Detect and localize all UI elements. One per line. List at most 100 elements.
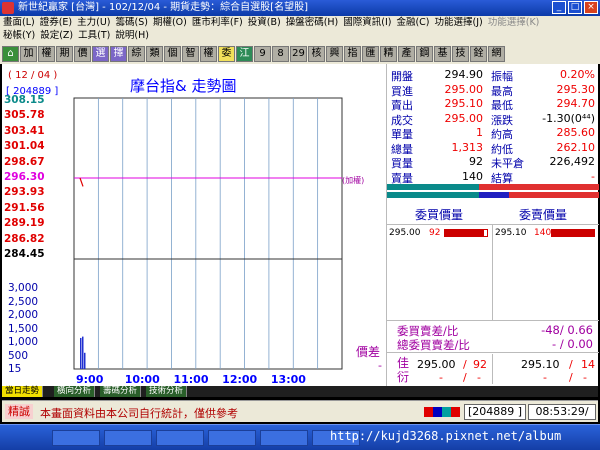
toolbar-button[interactable]: 權 — [200, 46, 217, 62]
menu-item[interactable]: 證券(E) — [40, 16, 72, 29]
total-ratio-label: 總委買賣差/比 — [397, 338, 470, 352]
toolbar-button[interactable]: 銓 — [470, 46, 487, 62]
best-label: 佳衍 — [397, 356, 410, 384]
price-tick-label: 303.41 — [4, 124, 45, 137]
price-line — [79, 177, 84, 187]
watermark-url: http://kujd3268.pixnet.net/album — [330, 429, 562, 443]
chart-frame — [73, 97, 343, 370]
toolbar-button[interactable]: 網 — [488, 46, 505, 62]
toolbar-button[interactable]: 興 — [326, 46, 343, 62]
close-button[interactable]: × — [584, 1, 598, 14]
best-ask: 295.10 — [521, 358, 560, 371]
price-tick-label: 291.56 — [4, 201, 45, 214]
toolbar-button[interactable]: 個 — [164, 46, 181, 62]
chart-note: (加權) — [342, 176, 365, 185]
quote-value: 295.00 — [444, 111, 484, 125]
total-ratio-value: - / 0.00 — [552, 337, 593, 351]
menu-item[interactable]: 秘帳(Y) — [3, 29, 35, 42]
quote-value: - — [591, 169, 595, 183]
toolbar-button[interactable]: 江 — [236, 46, 253, 62]
bid-header: 委買價量 — [415, 208, 464, 222]
menu-item[interactable]: 功能選擇(J) — [435, 16, 483, 29]
time-tick-label: 10:00 — [124, 373, 160, 386]
tab-horizontal[interactable]: 橫向分析 — [54, 386, 96, 397]
best-bid: 295.00 — [417, 358, 456, 371]
menu-item[interactable]: 設定(Z) — [40, 29, 73, 42]
taskbar-item[interactable] — [52, 430, 100, 446]
price-tick-label: 301.04 — [4, 140, 45, 153]
best-bid-qty-sep: / — [463, 358, 467, 371]
toolbar-button[interactable]: 加 — [20, 46, 37, 62]
toolbar-button[interactable]: 價 — [74, 46, 91, 62]
toolbar-button[interactable]: 委 — [218, 46, 235, 62]
home-icon[interactable]: ⌂ — [2, 46, 19, 62]
bid-qty-bar — [444, 229, 488, 237]
toolbar-button[interactable]: 基 — [434, 46, 451, 62]
toolbar-button[interactable]: 核 — [308, 46, 325, 62]
minimize-button[interactable]: _ — [552, 1, 566, 14]
volume-bar — [84, 352, 86, 369]
taskbar-item[interactable] — [156, 430, 204, 446]
menu-item[interactable]: 工具(T) — [78, 29, 110, 42]
toolbar-button[interactable]: 指 — [344, 46, 361, 62]
status-tag: 精誠 — [5, 404, 33, 419]
taskbar-item[interactable] — [208, 430, 256, 446]
toolbar-button[interactable]: 技 — [452, 46, 469, 62]
toolbar-button[interactable]: 產 — [398, 46, 415, 62]
best-bid-qty: 92 — [473, 358, 487, 371]
toolbar-button[interactable]: 9 — [254, 46, 271, 62]
quote-value: 294.90 — [444, 68, 484, 81]
menu-item[interactable]: 國際資訊(I) — [343, 16, 391, 29]
volume-tick-label: 2,500 — [8, 295, 39, 308]
toolbar-button[interactable]: 選 — [92, 46, 109, 62]
taskbar-item[interactable] — [260, 430, 308, 446]
toolbar-button[interactable]: 精 — [380, 46, 397, 62]
toolbar-button[interactable]: 期 — [56, 46, 73, 62]
time-tick-label: 9:00 — [76, 373, 104, 386]
price-tick-label: 298.67 — [4, 155, 45, 168]
status-color-bar — [424, 407, 460, 417]
bid-ask-ratio-bar — [387, 184, 599, 200]
toolbar-button[interactable]: 鋼 — [416, 46, 433, 62]
time-tick-label: 12:00 — [222, 373, 258, 386]
quote-value: -1.30(0⁴⁴) — [542, 111, 595, 125]
best-row2-value: - — [477, 371, 481, 384]
menu-item[interactable]: 金融(C) — [396, 16, 429, 29]
menu-item[interactable]: 說明(H) — [115, 29, 149, 42]
toolbar-button[interactable]: 8 — [272, 46, 289, 62]
main-panel: ( 12 / 04 ) [ 204889 ] 摩台指& 走勢圖 308.15 30… — [2, 64, 599, 386]
tab-intraday[interactable]: 當日走勢 — [2, 386, 44, 397]
best-row2-value: - — [583, 371, 587, 384]
menu-item[interactable]: 功能選擇(K) — [488, 16, 540, 29]
tab-chips[interactable]: 籌碼分析 — [100, 386, 142, 397]
toolbar-button[interactable]: 智 — [182, 46, 199, 62]
quote-value: 285.60 — [556, 126, 596, 139]
toolbar-button[interactable]: 綜 — [128, 46, 145, 62]
menu-item[interactable]: 主力(U) — [77, 16, 110, 29]
menu-item[interactable]: 匯市利率(F) — [192, 16, 243, 29]
toolbar-button[interactable]: 權 — [38, 46, 55, 62]
tab-technical[interactable]: 技術分析 — [146, 386, 188, 397]
menu-item[interactable]: 期權(O) — [153, 16, 187, 29]
menu-item[interactable]: 籌碼(S) — [116, 16, 148, 29]
toolbar-button[interactable]: 29 — [290, 46, 307, 62]
quote-value: 295.30 — [556, 82, 596, 96]
menu-item[interactable]: 投資(B) — [248, 16, 281, 29]
diff-ratio-value: -48/ 0.66 — [541, 323, 593, 337]
time-tick-label: 13:00 — [270, 373, 306, 386]
quote-value: 295.10 — [444, 97, 484, 110]
quote-panel: 開盤 294.90 振幅 0.20% 買進 295.00 最高 295.30 賣出 295.10 最… — [386, 64, 599, 386]
toolbar-button[interactable]: 擇 — [110, 46, 127, 62]
status-message: 本畫面資料由本公司自行統計，僅供參考 — [40, 407, 238, 420]
ask-qty-bar — [551, 229, 595, 237]
menu-item[interactable]: 畫面(L) — [3, 16, 35, 29]
toolbar-button[interactable]: 類 — [146, 46, 163, 62]
toolbar-button[interactable]: 匯 — [362, 46, 379, 62]
taskbar-item[interactable] — [104, 430, 152, 446]
volume-bar — [80, 337, 82, 369]
volume-tick-label: 500 — [8, 349, 29, 362]
menu-item[interactable]: 操盤密碼(H) — [286, 16, 339, 29]
quote-value: 294.70 — [556, 97, 596, 110]
maximize-button[interactable]: □ — [568, 1, 582, 14]
best-row2-value: - — [543, 371, 547, 384]
